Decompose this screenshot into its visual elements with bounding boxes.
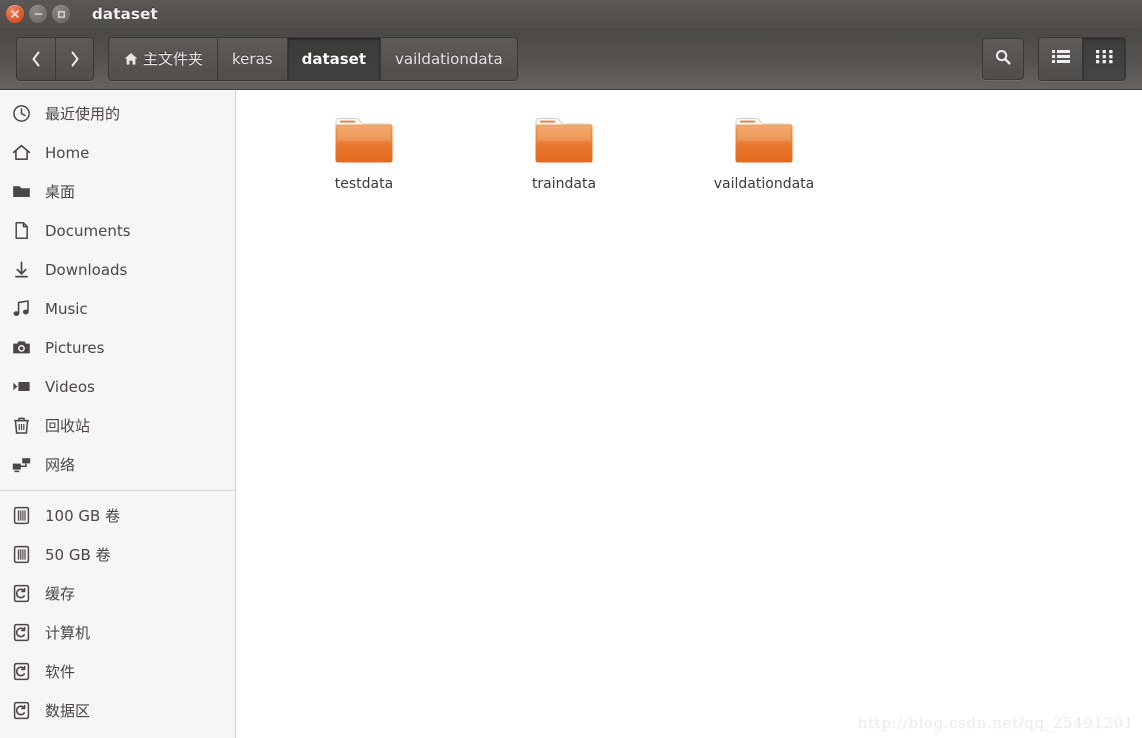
drive-icon	[10, 544, 32, 566]
close-button[interactable]	[6, 5, 24, 23]
sidebar-item-label: Downloads	[45, 260, 128, 279]
sidebar-item-label: Videos	[45, 377, 95, 396]
breadcrumb-label: 主文件夹	[143, 50, 204, 68]
volume-icon	[10, 700, 32, 722]
sidebar-item-label: 100 GB 卷	[45, 507, 121, 525]
breadcrumb-label: keras	[232, 49, 273, 68]
sidebar-item-home[interactable]: Home	[0, 133, 235, 172]
sidebar-item-label: 回收站	[45, 417, 91, 435]
volume-icon	[10, 583, 32, 605]
file-manager-window: dataset 主文件夹 keras dataset vaildationdat…	[0, 0, 1142, 738]
toolbar: 主文件夹 keras dataset vaildationdata	[0, 28, 1142, 90]
sidebar-item-documents[interactable]: Documents	[0, 211, 235, 250]
window-title: dataset	[92, 5, 158, 23]
music-icon	[10, 298, 32, 320]
sidebar-item-label: 软件	[45, 663, 76, 681]
breadcrumb-label: vaildationdata	[395, 49, 503, 68]
sidebar-item-label: 桌面	[45, 183, 76, 201]
sidebar-item-desktop[interactable]: 桌面	[0, 172, 235, 211]
sidebar-separator	[0, 490, 235, 491]
sidebar-item-volume-100gb[interactable]: 100 GB 卷	[0, 496, 235, 535]
sidebar-item-volume-software[interactable]: 软件	[0, 652, 235, 691]
navigation-buttons	[16, 36, 94, 81]
folder-icon	[10, 181, 32, 203]
breadcrumb-item-dataset[interactable]: dataset	[286, 37, 381, 80]
search-button[interactable]	[982, 37, 1024, 80]
file-label: testdata	[334, 176, 394, 192]
sidebar-item-label: 数据区	[45, 702, 91, 720]
breadcrumb-item-vaildationdata[interactable]: vaildationdata	[380, 37, 517, 80]
toolbar-actions	[982, 36, 1126, 81]
sidebar-item-label: 计算机	[45, 624, 91, 642]
sidebar-item-music[interactable]: Music	[0, 289, 235, 328]
sidebar-item-trash[interactable]: 回收站	[0, 406, 235, 445]
sidebar-item-label: Documents	[45, 221, 131, 240]
sidebar-item-volume-50gb[interactable]: 50 GB 卷	[0, 535, 235, 574]
sidebar-item-videos[interactable]: Videos	[0, 367, 235, 406]
sidebar-item-volume-data[interactable]: 数据区	[0, 691, 235, 730]
grid-view-button[interactable]	[1082, 37, 1125, 80]
sidebar-item-volume-cache[interactable]: 缓存	[0, 574, 235, 613]
file-item[interactable]: vaildationdata	[664, 108, 864, 192]
breadcrumb-item-home[interactable]: 主文件夹	[109, 37, 218, 80]
sidebar-item-label: 50 GB 卷	[45, 546, 111, 564]
volume-icon	[10, 622, 32, 644]
maximize-button[interactable]	[52, 5, 70, 23]
sidebar-item-volume-computer[interactable]: 计算机	[0, 613, 235, 652]
sidebar-item-label: 网络	[45, 456, 76, 474]
icon-grid: testdata traindata vaildationdata	[264, 108, 1142, 192]
trash-icon	[10, 415, 32, 437]
camera-icon	[10, 337, 32, 359]
back-button[interactable]	[17, 37, 55, 80]
sidebar-item-label: Music	[45, 299, 88, 318]
minimize-button[interactable]	[29, 5, 47, 23]
breadcrumb: 主文件夹 keras dataset vaildationdata	[108, 36, 518, 81]
sidebar-item-label: Home	[45, 143, 90, 162]
list-view-button[interactable]	[1039, 37, 1082, 80]
home-icon	[123, 51, 139, 67]
volume-icon	[10, 661, 32, 683]
file-label: traindata	[531, 176, 597, 192]
view-toggle-group	[1038, 36, 1126, 81]
list-view-icon	[1051, 49, 1070, 68]
sidebar-item-pictures[interactable]: Pictures	[0, 328, 235, 367]
drive-icon	[10, 505, 32, 527]
grid-view-icon	[1095, 49, 1113, 68]
sidebar-item-label: Pictures	[45, 338, 105, 357]
video-icon	[10, 376, 32, 398]
breadcrumb-label: dataset	[301, 49, 367, 68]
document-icon	[10, 220, 32, 242]
forward-button[interactable]	[55, 37, 93, 80]
watermark: http://blog.csdn.net/qq_25491201	[857, 714, 1134, 732]
folder-icon	[732, 112, 796, 168]
window-body: 最近使用的 Home 桌面 Documents Downloads Music …	[0, 90, 1142, 738]
breadcrumb-item-keras[interactable]: keras	[217, 37, 287, 80]
folder-icon	[532, 112, 596, 168]
sidebar-item-network[interactable]: 网络	[0, 445, 235, 484]
file-area[interactable]: testdata traindata vaildationdata http:/…	[236, 90, 1142, 738]
download-icon	[10, 259, 32, 281]
network-icon	[10, 454, 32, 476]
sidebar-item-label: 最近使用的	[45, 105, 121, 123]
file-item[interactable]: testdata	[264, 108, 464, 192]
window-controls	[6, 5, 70, 23]
folder-icon	[332, 112, 396, 168]
sidebar-item-recent[interactable]: 最近使用的	[0, 94, 235, 133]
home-icon	[10, 142, 32, 164]
sidebar-item-downloads[interactable]: Downloads	[0, 250, 235, 289]
file-label: vaildationdata	[713, 176, 815, 192]
search-icon	[994, 48, 1012, 70]
file-item[interactable]: traindata	[464, 108, 664, 192]
clock-icon	[10, 103, 32, 125]
sidebar: 最近使用的 Home 桌面 Documents Downloads Music …	[0, 90, 236, 738]
sidebar-item-label: 缓存	[45, 585, 76, 603]
title-bar: dataset	[0, 0, 1142, 28]
